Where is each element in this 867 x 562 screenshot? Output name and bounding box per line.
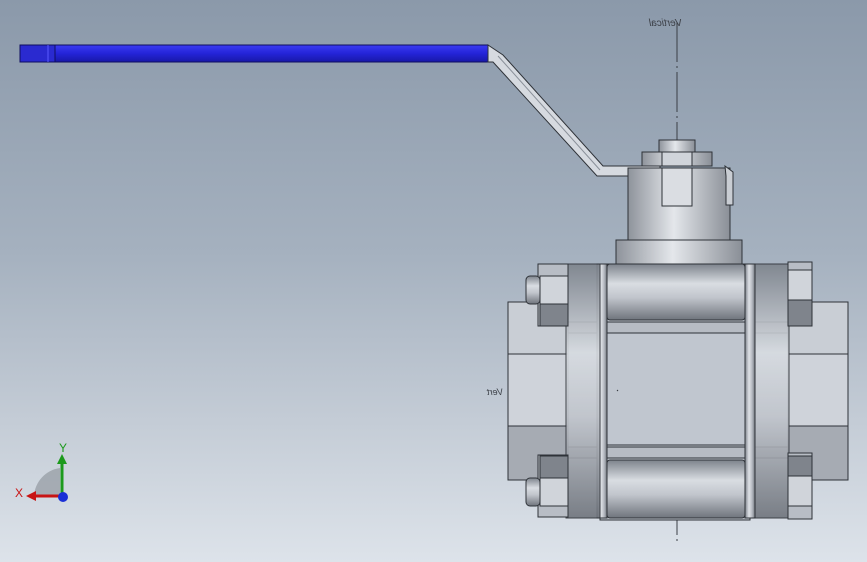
plane-label-top: Vertical — [649, 18, 682, 29]
bonnet — [615, 164, 743, 265]
graphics-viewport[interactable]: Vertical Vert Y X — [0, 0, 867, 562]
stem-nut — [641, 139, 713, 167]
triad-y-label: Y — [59, 441, 68, 455]
plane-label-right: Vert — [487, 387, 504, 397]
handle-grip — [19, 44, 489, 63]
origin-mark — [616, 389, 619, 392]
triad-x-label: X — [15, 486, 24, 500]
handle-lever — [487, 44, 661, 177]
right-end-cap — [754, 261, 849, 520]
reference-triad[interactable]: Y X — [14, 440, 84, 510]
left-end-cap — [507, 263, 601, 519]
triad-graphic — [26, 454, 68, 502]
ball-valve-model[interactable] — [0, 0, 867, 562]
